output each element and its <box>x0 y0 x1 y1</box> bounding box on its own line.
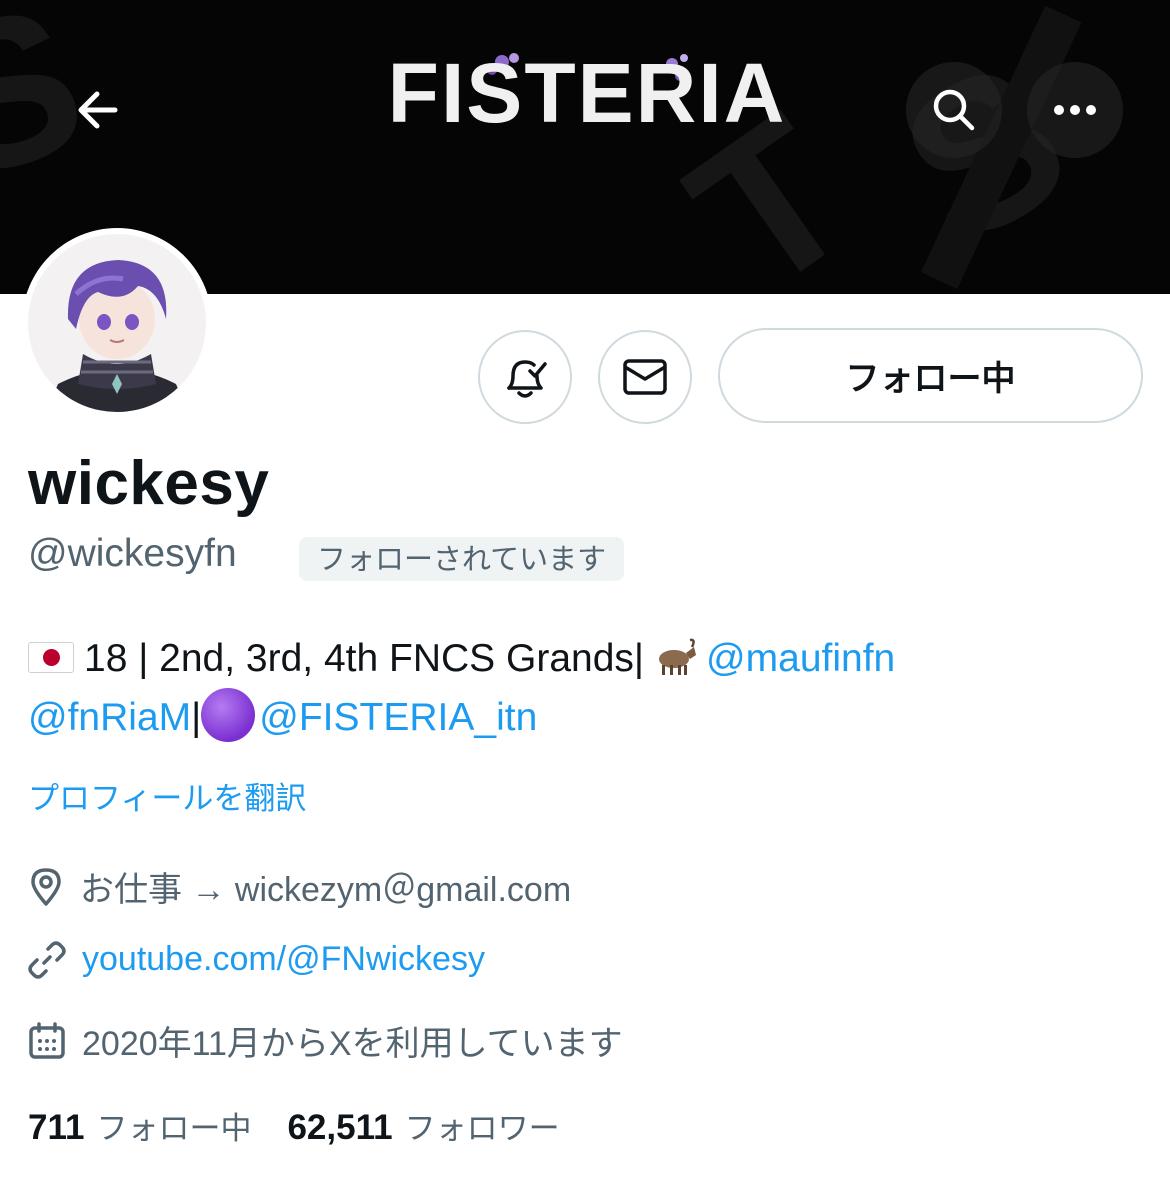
notifications-button[interactable] <box>478 330 572 424</box>
fisteria-logo: FISTERIA <box>388 48 787 130</box>
followers-count[interactable]: 62,511 <box>287 1108 392 1148</box>
translate-profile-link[interactable]: プロフィールを翻訳 <box>28 776 306 822</box>
avatar[interactable] <box>22 228 212 418</box>
bell-check-icon <box>507 360 547 398</box>
following-count[interactable]: 711 <box>28 1108 84 1148</box>
japan-flag-icon <box>28 642 74 673</box>
bio-text: 18 | 2nd, 3rd, 4th FNCS Grands| <box>84 637 645 680</box>
follow-stats: 711 フォロー中 62,511 フォロワー <box>28 1103 596 1148</box>
website-link[interactable]: youtube.com/@FNwickesy <box>82 940 485 979</box>
bio-mention-maufinfn[interactable]: @maufinfn <box>706 637 895 680</box>
goat-icon <box>659 638 697 675</box>
bio: 18 | 2nd, 3rd, 4th FNCS Grands| @maufinf… <box>28 630 1148 747</box>
calendar-icon <box>29 1021 65 1059</box>
avatar-image <box>28 234 206 412</box>
purple-circle-icon <box>201 688 256 742</box>
location-row: お仕事 → wickezym＠gmail.com <box>28 862 571 911</box>
search-icon <box>933 89 975 131</box>
link-icon <box>28 940 66 979</box>
message-button[interactable] <box>598 330 692 424</box>
bio-mention-fisteria-itn[interactable]: @FISTERIA_itn <box>259 696 537 739</box>
more-button[interactable] <box>1027 62 1123 158</box>
search-button[interactable] <box>906 62 1002 158</box>
display-name: wickesy <box>28 449 270 518</box>
location-text: お仕事 → wickezym＠gmail.com <box>80 871 572 909</box>
envelope-icon <box>623 359 667 395</box>
following-label[interactable]: フォロー中 <box>96 1103 251 1148</box>
joined-text: 2020年11月からXを利用しています <box>82 1025 623 1063</box>
joined-row: 2020年11月からXを利用しています <box>28 1016 623 1065</box>
bio-separator: | <box>191 696 202 739</box>
following-button[interactable]: フォロー中 <box>718 328 1143 423</box>
more-horizontal-icon <box>1054 105 1096 115</box>
followers-label[interactable]: フォロワー <box>405 1103 560 1148</box>
fisteria-logo-text: FISTERIA <box>388 48 787 130</box>
follows-you-badge: フォローされています <box>299 537 625 581</box>
bio-mention-fnriam[interactable]: @fnRiaM <box>28 696 191 739</box>
back-button[interactable] <box>50 62 146 158</box>
handle: @wickesyfn <box>28 532 237 575</box>
location-pin-icon <box>31 867 61 906</box>
arrow-left-icon <box>78 91 118 129</box>
website-row[interactable]: youtube.com/@FNwickesy <box>28 940 485 979</box>
